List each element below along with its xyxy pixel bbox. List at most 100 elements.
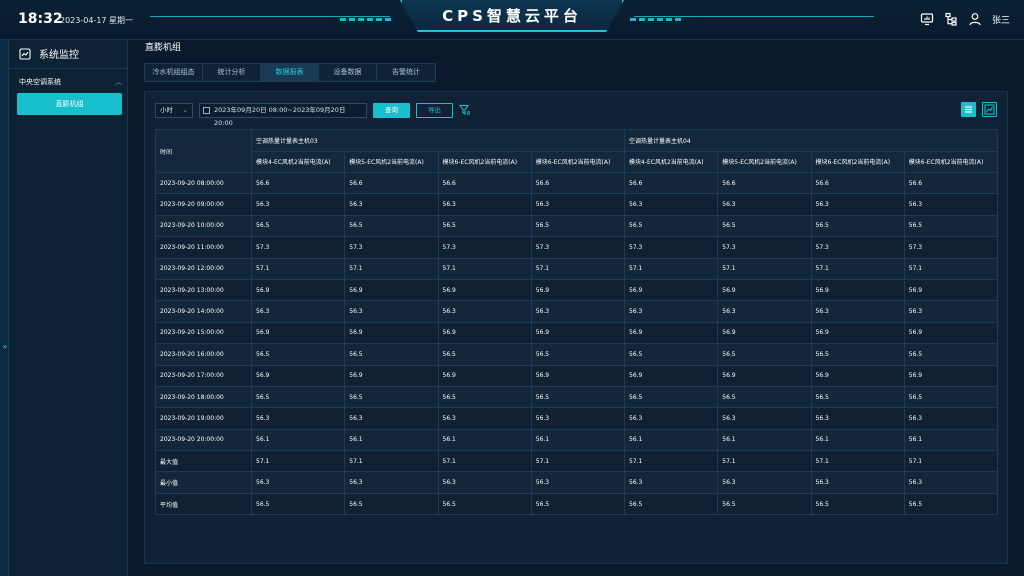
cell-value: 57.3: [437, 236, 532, 259]
cell-time: 最大值: [155, 450, 252, 473]
org-chart-icon[interactable]: [944, 12, 958, 26]
cell-value: 56.9: [437, 321, 532, 345]
cell-time: 2023-09-20 18:00:00: [155, 385, 252, 409]
cell-time: 2023-09-20 17:00:00: [155, 364, 252, 387]
report-toolbar: 小时 ⌄ 2023年09月20日 08:00~2023年09月20日 20:00…: [155, 102, 471, 127]
cell-value: 56.5: [530, 385, 626, 409]
tab-device-data[interactable]: 设备数据: [319, 64, 377, 81]
cell-value: 56.3: [717, 300, 812, 323]
cell-time: 平均值: [155, 492, 252, 516]
cell-value: 56.3: [810, 300, 905, 323]
cell-value: 56.9: [903, 321, 999, 345]
cell-value: 57.1: [344, 257, 439, 280]
cell-time: 2023-09-20 11:00:00: [155, 236, 252, 259]
cell-value: 56.3: [810, 407, 905, 430]
cell-value: 56.3: [623, 193, 719, 216]
calendar-icon: [203, 106, 210, 114]
cell-value: 56.3: [623, 300, 719, 323]
cell-value: 56.3: [437, 471, 532, 494]
tab-statistics[interactable]: 统计分析: [203, 64, 261, 81]
cell-value: 56.5: [344, 385, 439, 409]
cell-value: 57.1: [437, 450, 532, 473]
cell-value: 57.3: [717, 236, 812, 259]
current-user[interactable]: 张三: [992, 13, 1010, 26]
cell-value: 56.9: [344, 278, 439, 302]
cell-value: 56.9: [250, 321, 346, 345]
table-row: 2023-09-20 15:00:00 56.9 56.9 56.9 56.9 56.9 5…: [155, 321, 999, 345]
cell-value: 56.1: [717, 428, 812, 452]
cell-time: 2023-09-20 12:00:00: [155, 257, 252, 280]
cell-value: 56.5: [344, 214, 439, 238]
table-row: 2023-09-20 18:00:00 56.5 56.5 56.5 56.5 56.5 5…: [155, 385, 999, 409]
cell-value: 56.3: [530, 193, 626, 216]
tab-data-report[interactable]: 数据报表: [261, 64, 319, 81]
chart-view-button[interactable]: [982, 102, 997, 117]
cell-value: 56.3: [250, 300, 346, 323]
sidebar-title: 系统监控: [39, 50, 79, 61]
cell-value: 56.6: [717, 171, 812, 195]
cell-value: 56.3: [903, 407, 999, 430]
column-header: 模块4-EC风机2当前电流(A): [623, 150, 719, 173]
sidebar-item-direct-expansion-unit[interactable]: 直膨机组: [17, 93, 122, 115]
cell-value: 57.1: [903, 450, 999, 473]
query-button[interactable]: 查询: [373, 102, 410, 118]
cell-value: 56.5: [717, 492, 812, 516]
cell-value: 56.3: [623, 407, 719, 430]
header-actions: 张三: [920, 12, 1010, 26]
table-row: 2023-09-20 17:00:00 56.9 56.9 56.9 56.9 56.9 5…: [155, 364, 999, 387]
cell-value: 56.1: [250, 428, 346, 452]
cell-value: 56.6: [810, 171, 905, 195]
list-view-icon: [965, 106, 972, 113]
cell-value: 56.1: [344, 428, 439, 452]
cell-value: 57.3: [250, 236, 346, 259]
expand-chevron-icon[interactable]: »: [1, 340, 9, 354]
cell-value: 56.5: [810, 492, 905, 516]
cell-value: 56.5: [903, 343, 999, 366]
cell-time: 2023-09-20 08:00:00: [155, 171, 252, 195]
cell-value: 56.9: [344, 321, 439, 345]
sidebar-group-label: 中央空调系统: [19, 78, 61, 86]
cell-value: 56.5: [437, 492, 532, 516]
cell-value: 57.1: [810, 450, 905, 473]
cell-time: 2023-09-20 19:00:00: [155, 407, 252, 430]
cell-value: 56.3: [344, 193, 439, 216]
tab-alarm-stats[interactable]: 告警统计: [377, 64, 435, 81]
sidebar: 系统监控 中央空调系统 ︿ 直膨机组: [9, 40, 128, 576]
table-row: 2023-09-20 14:00:00 56.3 56.3 56.3 56.3 56.3 5…: [155, 300, 999, 323]
sidebar-group-central-ac[interactable]: 中央空调系统 ︿: [19, 77, 122, 87]
table-row: 2023-09-20 19:00:00 56.3 56.3 56.3 56.3 56.3 5…: [155, 407, 999, 430]
export-button[interactable]: 导出: [416, 102, 453, 118]
cell-value: 56.5: [623, 343, 719, 366]
cell-value: 57.1: [623, 450, 719, 473]
cell-value: 56.9: [810, 278, 905, 302]
table-row: 2023-09-20 09:00:00 56.3 56.3 56.3 56.3 56.3 5…: [155, 193, 999, 216]
report-table: 时间 空调热量计量表主机03 空调热量计量表主机04 模块4-EC风机2当前电流…: [155, 129, 999, 516]
cell-value: 56.5: [250, 214, 346, 238]
cell-value: 56.3: [903, 193, 999, 216]
table-row: 平均值 56.5 56.5 56.5 56.5 56.5 56.5 56.5 56.5: [155, 492, 999, 516]
cell-time: 2023-09-20 20:00:00: [155, 428, 252, 452]
filter-icon[interactable]: [459, 104, 471, 116]
sidebar-header: 系统监控: [19, 46, 79, 61]
header-dots-left: [340, 6, 394, 21]
interval-select[interactable]: 小时 ⌄: [155, 102, 193, 118]
tab-chiller-config[interactable]: 冷水机组组态: [145, 64, 203, 81]
cell-value: 56.5: [810, 214, 905, 238]
cell-value: 57.1: [903, 257, 999, 280]
cell-value: 56.5: [437, 214, 532, 238]
user-icon[interactable]: [968, 12, 982, 26]
monitor-icon[interactable]: [920, 12, 934, 26]
cell-value: 57.3: [344, 236, 439, 259]
cell-value: 56.9: [717, 278, 812, 302]
date-range-picker[interactable]: 2023年09月20日 08:00~2023年09月20日 20:00: [199, 102, 367, 127]
list-view-button[interactable]: [961, 102, 976, 117]
date-range-value: 2023年09月20日 08:00~2023年09月20日 20:00: [214, 105, 346, 127]
cell-value: 56.3: [250, 471, 346, 494]
table-body: 2023-09-20 08:00:00 56.6 56.6 56.6 56.6 56.6 5…: [155, 171, 999, 516]
column-header: 模块6-EC风机2当前电流(A): [810, 150, 905, 173]
table-row: 2023-09-20 16:00:00 56.5 56.5 56.5 56.5 56.5 5…: [155, 343, 999, 366]
cell-value: 56.6: [344, 171, 439, 195]
cell-value: 56.3: [903, 471, 999, 494]
cell-value: 56.5: [437, 385, 532, 409]
cell-value: 56.5: [903, 385, 999, 409]
